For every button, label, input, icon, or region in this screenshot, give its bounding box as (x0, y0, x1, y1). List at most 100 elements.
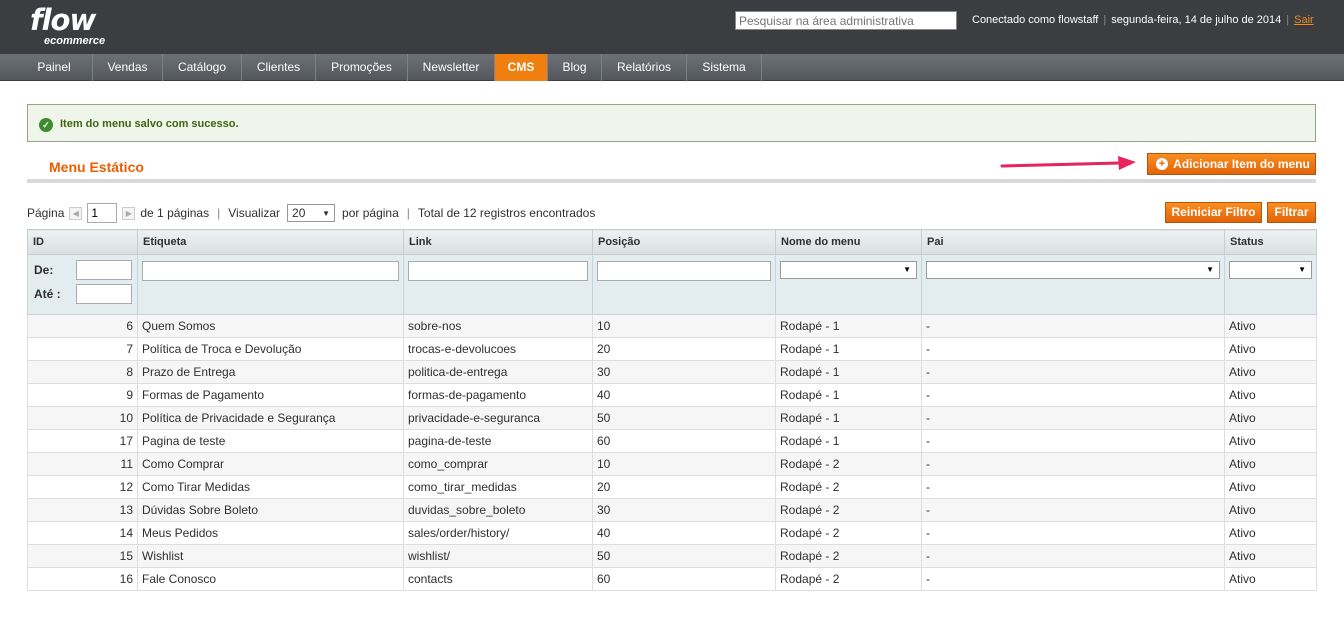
table-row[interactable]: 14 Meus Pedidos sales/order/history/40 Roda… (27, 521, 1317, 545)
logo[interactable]: flow ecommerce (30, 6, 105, 48)
position-filter-cell (592, 254, 776, 315)
cell-label: Prazo de Entrega (137, 360, 404, 384)
cell-parent: - (921, 406, 1225, 430)
cell-menu-name: Rodapé - 1 (775, 337, 922, 361)
header: flow ecommerce Conectado como flowstaff |… (0, 0, 1344, 54)
chevron-down-icon: ▼ (1206, 265, 1214, 274)
cell-menu-name: Rodapé - 2 (775, 567, 922, 591)
arrow-annotation-icon (1000, 156, 1136, 170)
cell-position: 10 (592, 452, 776, 476)
cell-position: 50 (592, 406, 776, 430)
chevron-down-icon: ▼ (1298, 265, 1306, 274)
table-row[interactable]: 15 Wishlist wishlist/50 Rodapé - 2- Ativo (27, 544, 1317, 568)
table-row[interactable]: 17 Pagina de teste pagina-de-teste 60 Rodapé… (27, 429, 1317, 453)
cell-parent: - (921, 337, 1225, 361)
menu-items-grid: ID Etiqueta Link Posição Nome do menu Pa… (27, 229, 1317, 591)
label-filter-cell (137, 254, 404, 315)
column-header-link[interactable]: Link (403, 229, 593, 255)
view-label: Visualizar (228, 206, 281, 220)
next-page-icon[interactable]: ▶ (122, 206, 136, 220)
per-page-select[interactable]: 20 ▼ (287, 204, 336, 222)
cell-position: 40 (592, 521, 776, 545)
cell-status: Ativo (1224, 452, 1317, 476)
nav-item-newsletter[interactable]: Newsletter (408, 54, 495, 81)
cell-id: 8 (27, 360, 138, 384)
cell-id: 9 (27, 383, 138, 407)
cell-parent: - (921, 498, 1225, 522)
id-from-input[interactable] (76, 260, 132, 280)
nav-item-vendas[interactable]: Vendas (93, 54, 163, 81)
column-header-label[interactable]: Etiqueta (137, 229, 404, 255)
cell-parent: - (921, 429, 1225, 453)
cell-link: politica-de-entrega (403, 360, 593, 384)
cell-link: como_tirar_medidas (403, 475, 593, 499)
filter-button[interactable]: Filtrar (1267, 202, 1316, 223)
logout-link[interactable]: Sair (1294, 14, 1314, 26)
reset-filter-button[interactable]: Reiniciar Filtro (1165, 202, 1262, 223)
column-header-id[interactable]: ID (27, 229, 138, 255)
nav-item-promocoes[interactable]: Promoções (316, 54, 408, 81)
column-header-menu-name[interactable]: Nome do menu (775, 229, 922, 255)
table-row[interactable]: 8 Prazo de Entrega politica-de-entrega 30 Ro… (27, 360, 1317, 384)
column-header-position[interactable]: Posição (592, 229, 776, 255)
nav-item-painel[interactable]: Painel (16, 54, 93, 81)
nav-item-cms[interactable]: CMS (495, 54, 548, 81)
nav-item-blog[interactable]: Blog (548, 54, 602, 81)
table-row[interactable]: 9 Formas de Pagamento formas-de-pagamento 4… (27, 383, 1317, 407)
cell-id: 14 (27, 521, 138, 545)
chevron-down-icon: ▼ (903, 265, 911, 274)
cell-label: Quem Somos (137, 314, 404, 338)
cell-position: 20 (592, 337, 776, 361)
cell-menu-name: Rodapé - 2 (775, 498, 922, 522)
table-row[interactable]: 13 Dúvidas Sobre Boleto duvidas_sobre_bole… (27, 498, 1317, 522)
label-filter-input[interactable] (142, 261, 399, 281)
table-row[interactable]: 16 Fale Conosco contacts 60 Rodapé - 2- Ativo (27, 567, 1317, 591)
cell-parent: - (921, 360, 1225, 384)
table-row[interactable]: 7 Política de Troca e Devolução trocas-e-d… (27, 337, 1317, 361)
parent-filter-cell: ▼ (921, 254, 1225, 315)
admin-search-input[interactable] (735, 11, 957, 30)
cell-id: 17 (27, 429, 138, 453)
position-filter-input[interactable] (597, 261, 771, 281)
cell-parent: - (921, 452, 1225, 476)
cell-status: Ativo (1224, 406, 1317, 430)
cell-status: Ativo (1224, 544, 1317, 568)
cell-status: Ativo (1224, 429, 1317, 453)
per-page-label: por página (342, 206, 399, 220)
prev-page-icon[interactable]: ◀ (69, 206, 83, 220)
table-row[interactable]: 12 Como Tirar Medidas como_tirar_medidas 20… (27, 475, 1317, 499)
page-number-input[interactable] (87, 203, 118, 223)
table-row[interactable]: 11 Como Comprar como_comprar 10 Rodapé - 2-A… (27, 452, 1317, 476)
cell-label: Política de Troca e Devolução (137, 337, 404, 361)
id-range-filter: De: Até : (27, 254, 138, 315)
table-row[interactable]: 10 Política de Privacidade e Segurança pri… (27, 406, 1317, 430)
cell-parent: - (921, 567, 1225, 591)
status-filter-select[interactable]: ▼ (1229, 261, 1312, 279)
status-filter-cell: ▼ (1224, 254, 1317, 315)
column-header-parent[interactable]: Pai (921, 229, 1225, 255)
id-range: De: Até : (32, 255, 133, 314)
nav-item-sistema[interactable]: Sistema (687, 54, 762, 81)
separator: | (217, 206, 221, 220)
cell-label: Como Comprar (137, 452, 404, 476)
column-header-status[interactable]: Status (1224, 229, 1317, 255)
header-links: Conectado como flowstaff | segunda-feira, … (972, 14, 1314, 26)
add-menu-item-button[interactable]: + Adicionar Item do menu (1147, 153, 1316, 175)
nav-item-catalogo[interactable]: Catálogo (163, 54, 242, 81)
nav-item-relatorios[interactable]: Relatórios (602, 54, 687, 81)
cell-menu-name: Rodapé - 1 (775, 360, 922, 384)
filter-from-label: De: (34, 263, 54, 277)
cell-status: Ativo (1224, 567, 1317, 591)
menu-name-filter-select[interactable]: ▼ (780, 261, 917, 279)
cell-position: 40 (592, 383, 776, 407)
menu-name-filter-cell: ▼ (775, 254, 922, 315)
nav-item-clientes[interactable]: Clientes (242, 54, 316, 81)
plus-circle-icon: + (1156, 158, 1168, 170)
table-row[interactable]: 6 Quem Somos sobre-nos 10 Rodapé - 1- Ativo (27, 314, 1317, 338)
id-to-input[interactable] (76, 284, 132, 304)
total-records-text: Total de 12 registros encontrados (417, 206, 596, 220)
grid-body: 6 Quem Somos sobre-nos 10 Rodapé - 1- Ativo 7 P… (27, 314, 1317, 591)
cell-parent: - (921, 314, 1225, 338)
link-filter-input[interactable] (408, 261, 588, 281)
parent-filter-select[interactable]: ▼ (926, 261, 1220, 279)
